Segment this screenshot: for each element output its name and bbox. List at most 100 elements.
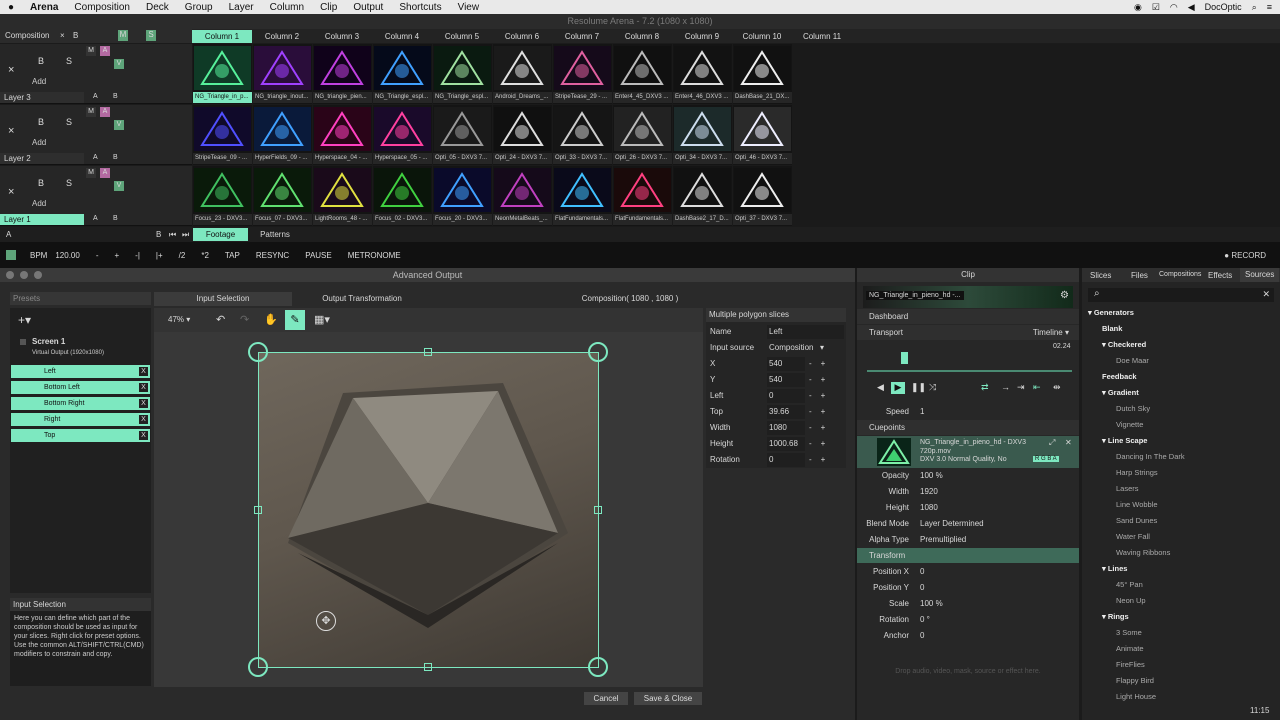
- clip-slot[interactable]: NeonMetalBeats_...: [493, 166, 552, 226]
- screen-name[interactable]: Screen 1: [32, 337, 65, 346]
- rotation-value[interactable]: 0 °: [920, 612, 930, 627]
- scale-value[interactable]: 100 %: [920, 596, 943, 611]
- composition-clear[interactable]: ×: [60, 31, 65, 40]
- tab-slices[interactable]: Slices: [1090, 271, 1111, 280]
- height-value[interactable]: 1080: [920, 500, 938, 515]
- play-once-icon[interactable]: ⇥: [1017, 382, 1025, 393]
- list-icon[interactable]: ≡: [1267, 2, 1272, 12]
- menu-clip[interactable]: Clip: [312, 2, 345, 13]
- clip-slot[interactable]: Enter4_46_DXV3 ...: [673, 44, 732, 104]
- handle-bottom-right[interactable]: [588, 657, 608, 677]
- alpha-type-dropdown[interactable]: Premultiplied: [920, 532, 966, 547]
- window-minimize-icon[interactable]: [20, 271, 28, 279]
- column-7[interactable]: Column 7: [552, 30, 612, 43]
- position-y-value[interactable]: 0: [920, 580, 924, 595]
- source-item[interactable]: ▾ Line Scape: [1102, 436, 1147, 445]
- clip-slot[interactable]: NG_triangle_pien...: [313, 44, 372, 104]
- prop-name-field[interactable]: Left: [767, 325, 844, 339]
- bpm-pause-button[interactable]: PAUSE: [297, 251, 340, 260]
- source-item[interactable]: Light House: [1116, 692, 1156, 701]
- clip-slot[interactable]: Android_Dreams_...: [493, 44, 552, 104]
- slice-right-remove[interactable]: X: [139, 415, 148, 424]
- clip-slot[interactable]: NG_Triangle_espl...: [373, 44, 432, 104]
- layer-3-a[interactable]: A: [100, 46, 110, 56]
- tab-effects[interactable]: Effects: [1208, 271, 1232, 280]
- source-item[interactable]: Sand Dunes: [1116, 516, 1157, 525]
- layer-1-name[interactable]: Layer 1: [0, 214, 84, 225]
- clip-slot[interactable]: StripeTease_09 - ...: [193, 105, 252, 165]
- layer-1-m[interactable]: M: [86, 168, 96, 178]
- tab-compositions[interactable]: Compositions: [1159, 271, 1201, 278]
- clip-slot[interactable]: HyperFields_09 - ...: [253, 105, 312, 165]
- clip-slot[interactable]: StripeTease_29 - ...: [553, 44, 612, 104]
- column-11[interactable]: Column 11: [792, 30, 852, 43]
- prop-height-stepper[interactable]: -+: [809, 436, 834, 452]
- close-source-icon[interactable]: ✕: [1065, 438, 1072, 447]
- handle-left-mid[interactable]: [254, 506, 262, 514]
- menu-shortcuts[interactable]: Shortcuts: [391, 2, 449, 13]
- composition-mute[interactable]: M: [118, 30, 128, 41]
- slice-top-remove[interactable]: X: [139, 431, 148, 440]
- bounce-icon[interactable]: →: [1001, 382, 1010, 392]
- expand-icon[interactable]: ⤢: [1049, 438, 1055, 448]
- clip-slot[interactable]: Opti_24 - DXV3 7...: [493, 105, 552, 165]
- bpm-metronome-button[interactable]: METRONOME: [340, 251, 409, 260]
- handle-right-mid[interactable]: [594, 506, 602, 514]
- tab-sources[interactable]: Sources: [1240, 268, 1280, 282]
- clip-source-card[interactable]: NG_Triangle_in_pieno_hd - DXV3 720p.mov …: [857, 436, 1079, 468]
- width-value[interactable]: 1920: [920, 484, 938, 499]
- prop-y-field[interactable]: 540: [767, 373, 805, 387]
- source-item[interactable]: FireFlies: [1116, 660, 1145, 669]
- source-item[interactable]: Blank: [1102, 324, 1122, 333]
- record-button[interactable]: ● RECORD: [1224, 251, 1266, 260]
- rgba-channels[interactable]: R G B A: [1033, 456, 1059, 462]
- search-icon[interactable]: ⌕: [1252, 2, 1257, 13]
- deck-next-icon[interactable]: ⏭: [178, 228, 193, 241]
- bpm-double-button[interactable]: *2: [193, 251, 217, 260]
- handle-bottom-mid[interactable]: [424, 663, 432, 671]
- layer-2-a[interactable]: A: [100, 107, 110, 117]
- layer-1-a[interactable]: A: [100, 168, 110, 178]
- clip-slot[interactable]: NG_Triangle_espl...: [433, 44, 492, 104]
- bpm-nudge-minus-button[interactable]: -|: [127, 251, 148, 260]
- clip-slot[interactable]: LightRooms_48 - ...: [313, 166, 372, 226]
- layer-1-bypass[interactable]: B: [38, 178, 44, 188]
- clip-slot[interactable]: Hyperspace_05 - ...: [373, 105, 432, 165]
- random-icon[interactable]: ⤨: [929, 382, 936, 393]
- window-close-icon[interactable]: [6, 271, 14, 279]
- clip-slot[interactable]: FlatFundamentals...: [553, 166, 612, 226]
- slice-bottom-right-remove[interactable]: X: [139, 399, 148, 408]
- slice-top[interactable]: Top X: [11, 429, 150, 442]
- source-item[interactable]: Doe Maar: [1116, 356, 1149, 365]
- sources-search[interactable]: ⌕ ✕: [1088, 288, 1274, 302]
- layer-3-crossfade-b[interactable]: B: [113, 93, 118, 100]
- play-reverse-icon[interactable]: ◀: [877, 382, 884, 393]
- loop-icon[interactable]: ⇄: [981, 382, 989, 393]
- source-item[interactable]: Lasers: [1116, 484, 1139, 493]
- add-slice-icon[interactable]: +▾: [18, 313, 31, 327]
- prop-y-stepper[interactable]: -+: [809, 372, 834, 388]
- selection-frame[interactable]: [258, 352, 599, 668]
- slice-bottom-right[interactable]: Bottom Right X: [11, 397, 150, 410]
- opacity-value[interactable]: 100 %: [920, 468, 943, 483]
- layer-3-add[interactable]: Add: [32, 77, 46, 86]
- volume-icon[interactable]: ◀: [1188, 2, 1195, 13]
- zoom-select[interactable]: 47% ▾: [168, 315, 190, 324]
- bpm-plus-button[interactable]: +: [106, 251, 127, 260]
- clip-slot[interactable]: Focus_23 - DXV3...: [193, 166, 252, 226]
- source-item[interactable]: 45° Pan: [1116, 580, 1143, 589]
- layer-2-add[interactable]: Add: [32, 138, 46, 147]
- handle-top-right[interactable]: [588, 342, 608, 362]
- settings-gear-icon[interactable]: ⚙: [1060, 290, 1069, 301]
- clip-slot[interactable]: DashBase2_17_D...: [673, 166, 732, 226]
- apple-icon[interactable]: ●: [0, 2, 22, 13]
- source-item[interactable]: ▾ Lines: [1102, 564, 1127, 573]
- docoptic-menu[interactable]: DocOptic: [1205, 2, 1242, 12]
- layer-2-bypass[interactable]: B: [38, 117, 44, 127]
- layer-3-clear[interactable]: ×: [8, 64, 14, 76]
- source-item[interactable]: ▾ Generators: [1088, 308, 1134, 317]
- dropdown-arrow-icon[interactable]: ▾: [820, 340, 824, 356]
- source-item[interactable]: Neon Up: [1116, 596, 1146, 605]
- transport-header[interactable]: Transport Timeline ▾: [857, 325, 1079, 340]
- clip-slot[interactable]: Enter4_45_DXV3 ...: [613, 44, 672, 104]
